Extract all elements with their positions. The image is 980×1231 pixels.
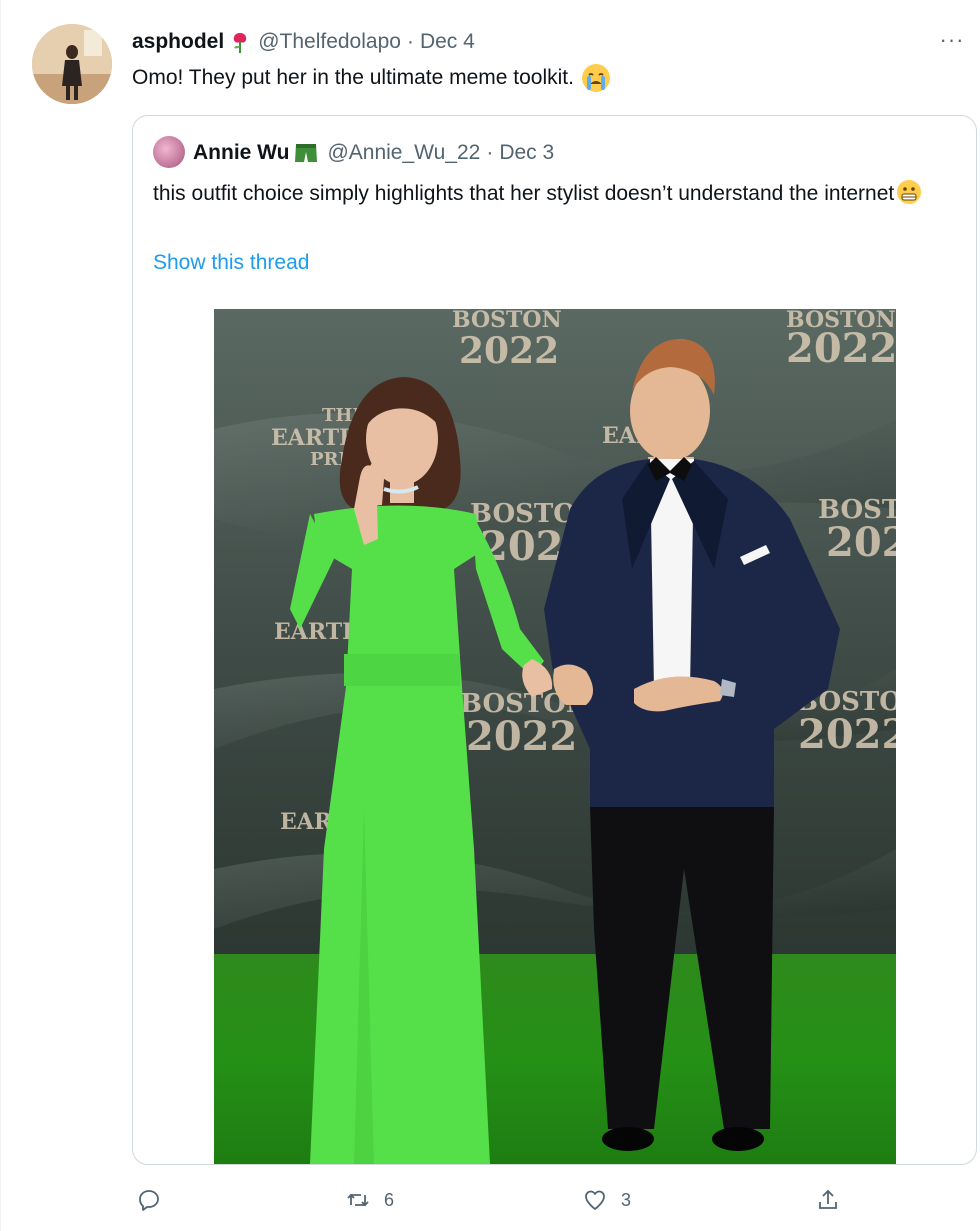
- reply-icon: [139, 1190, 159, 1211]
- separator-dot: ·: [406, 30, 414, 53]
- avatar-photo: [32, 24, 112, 104]
- retweet-button[interactable]: 6: [346, 1186, 394, 1214]
- quoted-photo[interactable]: BOSTON 2022 BOSTON 2022 THE EARTH PRIZE …: [214, 309, 896, 1164]
- heart-icon: [585, 1190, 605, 1210]
- quoted-header: Annie Wu @Annie_Wu_22 · Dec 3: [193, 138, 554, 168]
- tweet-text: Omo! They put her in the ultimate meme t…: [132, 64, 610, 92]
- quoted-text-content: this outfit choice simply highlights tha…: [153, 182, 895, 205]
- quoted-display-name[interactable]: Annie Wu: [193, 141, 289, 165]
- share-button[interactable]: [816, 1186, 840, 1214]
- show-thread-link[interactable]: Show this thread: [153, 251, 309, 275]
- rose-emoji-icon: [230, 30, 250, 54]
- couple-illustration: [290, 338, 840, 1164]
- quoted-avatar[interactable]: [153, 136, 185, 168]
- quoted-handle[interactable]: @Annie_Wu_22: [327, 141, 480, 165]
- share-icon: [819, 1189, 837, 1209]
- retweet-count: 6: [384, 1189, 395, 1210]
- tweet-header: asphodel @Thelfedolapo · Dec 4: [132, 28, 475, 56]
- more-options-button[interactable]: ···: [934, 27, 970, 52]
- like-button[interactable]: 3: [583, 1186, 631, 1214]
- woman-figure: [290, 377, 553, 1164]
- like-count: 3: [621, 1189, 632, 1210]
- display-name[interactable]: asphodel: [132, 30, 224, 54]
- shorts-emoji-icon: [293, 140, 319, 166]
- reply-button[interactable]: [137, 1186, 161, 1214]
- man-figure: [544, 338, 840, 1151]
- tweet-date[interactable]: Dec 4: [420, 30, 475, 54]
- quoted-separator-dot: ·: [486, 141, 494, 164]
- quoted-text: this outfit choice simply highlights tha…: [153, 176, 953, 211]
- tweet-container[interactable]: asphodel @Thelfedolapo · Dec 4 ··· Omo! …: [0, 0, 980, 1231]
- avatar[interactable]: [32, 24, 112, 104]
- grimacing-face-emoji-icon: [896, 179, 922, 205]
- quoted-tweet[interactable]: Annie Wu @Annie_Wu_22 · Dec 3 this outfi…: [132, 115, 977, 1165]
- quoted-date[interactable]: Dec 3: [499, 141, 554, 165]
- tweet-text-content: Omo! They put her in the ultimate meme t…: [132, 66, 574, 89]
- handle[interactable]: @Thelfedolapo: [258, 30, 401, 54]
- crying-face-emoji-icon: [581, 64, 610, 92]
- retweet-icon: [347, 1193, 369, 1207]
